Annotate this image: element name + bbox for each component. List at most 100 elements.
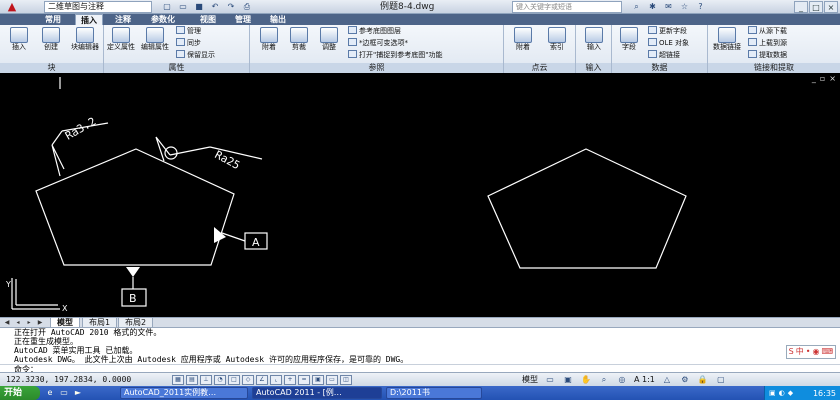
polar-toggle-icon[interactable]: ◔: [214, 375, 226, 385]
import-button[interactable]: 输入: [579, 27, 609, 51]
drawing-canvas[interactable]: _ ▫ × Ra3.2 Ra25 A B Y X: [0, 73, 840, 317]
update-fields-item[interactable]: 更新字段: [648, 26, 687, 37]
tab-parametric[interactable]: 参数化: [146, 14, 180, 25]
ime-punct-icon[interactable]: •: [806, 347, 811, 357]
underlay-layers-item[interactable]: 参考底图图层: [348, 26, 401, 37]
grid-toggle-icon[interactable]: ▤: [186, 375, 198, 385]
application-menu-icon[interactable]: ▲: [2, 1, 22, 13]
tab-home[interactable]: 常用: [40, 14, 66, 25]
frame-options-item[interactable]: *边框可变选项*: [348, 38, 408, 49]
create-block-button[interactable]: 创建: [36, 27, 66, 51]
snap-to-underlay-item[interactable]: 打开"捕捉到参考底图"功能: [348, 50, 442, 61]
zoom-icon[interactable]: ⌕: [598, 375, 610, 385]
ime-mic-icon[interactable]: ◉: [812, 347, 819, 357]
pointcloud-attach-icon: [514, 27, 532, 43]
tab-output[interactable]: 输出: [265, 14, 291, 25]
security-icon[interactable]: ◆: [788, 389, 793, 397]
hyperlink-item[interactable]: 超链接: [648, 50, 680, 61]
communication-icon[interactable]: ✉: [662, 1, 675, 13]
sc-toggle-icon[interactable]: ◫: [340, 375, 352, 385]
volume-icon[interactable]: ◐: [779, 389, 785, 397]
minimize-button[interactable]: _: [794, 1, 808, 13]
taskbar-item-autocad[interactable]: AutoCAD 2011 - [例…: [252, 387, 382, 399]
dyn-toggle-icon[interactable]: +: [284, 375, 296, 385]
last-layout-icon[interactable]: ▶: [35, 318, 45, 327]
next-layout-icon[interactable]: ▸: [24, 318, 34, 327]
undo-icon[interactable]: ↶: [208, 1, 222, 13]
ortho-toggle-icon[interactable]: ⊥: [200, 375, 212, 385]
coordinate-readout[interactable]: 122.3230, 197.2834, 0.0000: [6, 373, 131, 387]
ie-icon[interactable]: e: [44, 388, 56, 398]
new-icon[interactable]: ▢: [160, 1, 174, 13]
ime-chinese-icon[interactable]: 中: [796, 347, 804, 357]
help-icon[interactable]: ?: [694, 1, 707, 13]
block-panel-title[interactable]: 块: [0, 63, 103, 73]
ducs-toggle-icon[interactable]: ⌞: [270, 375, 282, 385]
manage-attributes-item[interactable]: 管理: [176, 26, 201, 37]
tab-view[interactable]: 视图: [195, 14, 221, 25]
retain-display-item[interactable]: 保留显示: [176, 50, 215, 61]
lock-icon[interactable]: 🔒: [697, 375, 709, 385]
define-attribute-button[interactable]: 定义属性: [106, 27, 136, 51]
tpy-toggle-icon[interactable]: ▣: [312, 375, 324, 385]
field-button[interactable]: 字段: [614, 27, 644, 51]
annotation-scale[interactable]: A 1:1: [634, 373, 655, 387]
insert-block-button[interactable]: 插入: [4, 27, 34, 51]
media-icon[interactable]: ►: [72, 388, 84, 398]
redo-icon[interactable]: ↷: [224, 1, 238, 13]
favorites-icon[interactable]: ☆: [678, 1, 691, 13]
data-link-button[interactable]: 数据链接: [712, 27, 742, 51]
adjust-button[interactable]: 调整: [314, 27, 344, 51]
search-input[interactable]: 键入关键字或短语: [512, 1, 622, 13]
quick-view-drawings-icon[interactable]: ▣: [562, 375, 574, 385]
clean-screen-icon[interactable]: ▢: [715, 375, 727, 385]
desktop-icon[interactable]: ▭: [58, 388, 70, 398]
qp-toggle-icon[interactable]: ▭: [326, 375, 338, 385]
tab-insert[interactable]: 插入: [75, 14, 103, 25]
network-icon[interactable]: ▣: [769, 389, 776, 397]
otrack-toggle-icon[interactable]: ∠: [256, 375, 268, 385]
edit-attribute-button[interactable]: 编辑属性: [140, 27, 170, 51]
reference-panel-title[interactable]: 参照: [250, 63, 503, 73]
attach-pointcloud-button[interactable]: 附着: [508, 27, 538, 51]
taskbar-item-doc[interactable]: AutoCAD_2011实例教…: [120, 387, 248, 399]
upload-to-source-item[interactable]: 上载到源: [748, 38, 787, 49]
plot-icon[interactable]: ⎙: [240, 1, 254, 13]
quick-view-layouts-icon[interactable]: ▭: [544, 375, 556, 385]
sync-attributes-item[interactable]: 同步: [176, 38, 201, 49]
block-editor-button[interactable]: 块编辑器: [68, 27, 102, 51]
workspace-switch-icon[interactable]: ⚙: [679, 375, 691, 385]
pan-icon[interactable]: ✋: [580, 375, 592, 385]
ime-keyboard-icon[interactable]: ⌨: [821, 347, 833, 357]
first-layout-icon[interactable]: ◀: [2, 318, 12, 327]
ole-object-item[interactable]: OLE 对象: [648, 38, 689, 49]
workspace-select[interactable]: 二维草图与注释: [44, 1, 152, 13]
lwt-toggle-icon[interactable]: ═: [298, 375, 310, 385]
close-button[interactable]: ×: [824, 1, 838, 13]
3dosnap-toggle-icon[interactable]: ◇: [242, 375, 254, 385]
open-icon[interactable]: ▭: [176, 1, 190, 13]
ime-logo-icon[interactable]: S: [789, 347, 794, 357]
start-button[interactable]: 开始: [0, 386, 40, 400]
subscription-icon[interactable]: ✱: [646, 1, 659, 13]
download-from-source-item[interactable]: 从源下载: [748, 26, 787, 37]
link-extract-panel-title: 链接和提取: [708, 63, 840, 73]
snap-toggle-icon[interactable]: ▦: [172, 375, 184, 385]
index-button[interactable]: 索引: [542, 27, 572, 51]
model-space-label[interactable]: 模型: [522, 373, 538, 387]
maximize-button[interactable]: □: [809, 1, 823, 13]
attach-reference-button[interactable]: 附着: [254, 27, 284, 51]
annotation-visibility-icon[interactable]: △: [661, 375, 673, 385]
taskbar-item-folder[interactable]: D:\2011书: [386, 387, 482, 399]
tab-annotate[interactable]: 注释: [110, 14, 136, 25]
command-window[interactable]: 正在打开 AutoCAD 2010 格式的文件。 正在重生成模型。 AutoCA…: [0, 327, 840, 374]
pointcloud-panel-title[interactable]: 点云: [504, 63, 575, 73]
search-icon[interactable]: ⌕: [630, 1, 643, 13]
steering-wheel-icon[interactable]: ◎: [616, 375, 628, 385]
tab-manage[interactable]: 管理: [230, 14, 256, 25]
osnap-toggle-icon[interactable]: □: [228, 375, 240, 385]
prev-layout-icon[interactable]: ◂: [13, 318, 23, 327]
clip-button[interactable]: 剪裁: [284, 27, 314, 51]
save-icon[interactable]: ■: [192, 1, 206, 13]
extract-data-item[interactable]: 提取数据: [748, 50, 787, 61]
